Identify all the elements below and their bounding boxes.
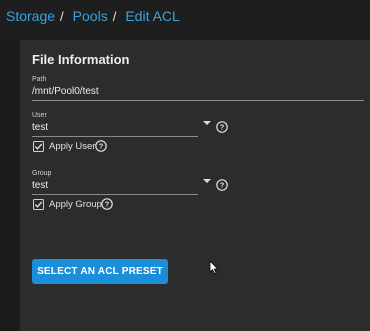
user-label: User xyxy=(32,112,47,119)
path-label: Path xyxy=(32,76,47,83)
user-dropdown-caret-icon[interactable] xyxy=(203,121,211,125)
svg-text:?: ? xyxy=(220,181,225,190)
breadcrumb-edit-acl-link[interactable]: Edit ACL xyxy=(125,8,179,24)
breadcrumb-storage-link[interactable]: Storage xyxy=(6,8,55,24)
breadcrumb-separator: / xyxy=(112,8,117,24)
mouse-pointer-icon xyxy=(209,260,219,275)
group-help-icon[interactable]: ? xyxy=(216,179,228,191)
breadcrumb: Storage / Pools / Edit ACL xyxy=(6,6,180,26)
apply-user-help-icon[interactable]: ? xyxy=(95,140,107,152)
apply-user-label: Apply User xyxy=(49,141,96,152)
user-select[interactable]: test xyxy=(32,122,48,133)
path-underline xyxy=(32,100,364,101)
apply-user-checkbox[interactable] xyxy=(33,141,44,152)
left-gutter xyxy=(0,40,20,331)
svg-text:?: ? xyxy=(220,123,225,132)
svg-text:?: ? xyxy=(99,142,104,151)
breadcrumb-pools-link[interactable]: Pools xyxy=(73,8,108,24)
path-input[interactable]: /mnt/Pool0/test xyxy=(32,86,99,97)
file-information-card: File Information Path /mnt/Pool0/test Us… xyxy=(20,40,370,331)
breadcrumb-separator: / xyxy=(60,8,64,24)
svg-text:?: ? xyxy=(105,200,110,209)
apply-group-help-icon[interactable]: ? xyxy=(101,198,113,210)
apply-group-checkbox[interactable] xyxy=(33,199,44,210)
select-acl-preset-button[interactable]: SELECT AN ACL PRESET xyxy=(32,259,168,284)
card-title: File Information xyxy=(32,52,130,67)
apply-group-label: Apply Group xyxy=(49,199,102,210)
group-label: Group xyxy=(32,170,52,177)
user-help-icon[interactable]: ? xyxy=(216,121,228,133)
group-select[interactable]: test xyxy=(32,180,48,191)
group-dropdown-caret-icon[interactable] xyxy=(203,179,211,183)
group-underline xyxy=(32,194,198,195)
user-underline xyxy=(32,136,198,137)
